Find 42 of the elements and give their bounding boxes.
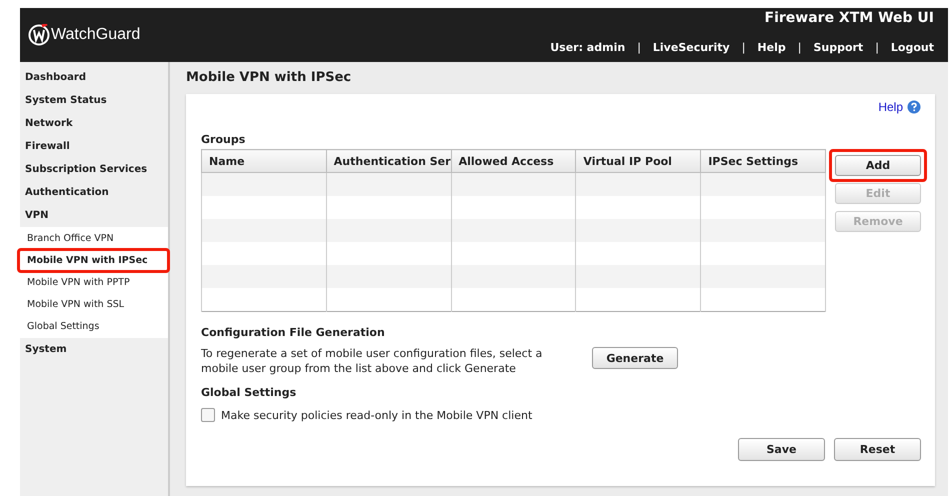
help-link[interactable]: Help bbox=[878, 100, 903, 114]
column-header: Allowed Access bbox=[451, 150, 576, 172]
nav-subitem[interactable]: Mobile VPN with PPTP bbox=[20, 273, 167, 292]
checkbox[interactable] bbox=[201, 408, 215, 422]
user-label: User: admin bbox=[550, 41, 626, 54]
nav-item[interactable]: Firewall bbox=[20, 135, 168, 158]
section-title: Configuration File Generation bbox=[201, 326, 386, 341]
header-link[interactable]: Help bbox=[757, 41, 786, 54]
header-link[interactable]: Support bbox=[813, 41, 864, 54]
checkbox-label: Make security policies read-only in the Mobile VPN client bbox=[221, 408, 532, 422]
nav-subitem[interactable]: Branch Office VPN bbox=[20, 229, 167, 248]
form-button[interactable]: Reset bbox=[834, 438, 921, 461]
nav-item[interactable]: Authentication bbox=[20, 181, 168, 204]
nav-item[interactable]: Dashboard bbox=[20, 66, 168, 89]
nav-item[interactable]: System Status bbox=[20, 89, 168, 112]
nav-item[interactable]: Subscription Services bbox=[20, 158, 168, 181]
header-link[interactable]: Logout bbox=[890, 41, 934, 54]
page-title: Mobile VPN with IPSec bbox=[186, 69, 352, 87]
column-header: Virtual IP Pool bbox=[576, 150, 701, 172]
separator-text: | bbox=[875, 41, 879, 54]
column-header: Name bbox=[202, 150, 326, 172]
section-title: Groups bbox=[201, 133, 246, 148]
header-link[interactable]: LiveSecurity bbox=[652, 41, 730, 54]
nav-subitem[interactable]: Mobile VPN with SSL bbox=[20, 295, 167, 314]
separator-text: | bbox=[637, 41, 641, 54]
column-header: IPSec Settings bbox=[700, 150, 826, 172]
nav-subitem[interactable]: Global Settings bbox=[20, 317, 167, 336]
nav-subitem[interactable]: Mobile VPN with IPSec bbox=[20, 251, 167, 270]
separator-text: | bbox=[798, 41, 802, 54]
description-text: To regenerate a set of mobile user configuration files, select a mobile user group from the list above and click Generate bbox=[201, 346, 544, 376]
logo-text: WatchGuard bbox=[51, 26, 140, 44]
section-title: Global Settings bbox=[201, 386, 298, 401]
form-button[interactable]: Save bbox=[738, 438, 825, 461]
separator-text: | bbox=[742, 41, 746, 54]
product-title: Fireware XTM Web UI bbox=[764, 10, 934, 26]
nav-item[interactable]: Network bbox=[20, 112, 168, 135]
table-action-button[interactable]: Add bbox=[835, 155, 921, 176]
nav-item[interactable]: System bbox=[20, 338, 168, 361]
nav-item[interactable]: VPN bbox=[20, 204, 168, 227]
logo-icon bbox=[28, 24, 50, 46]
help-icon[interactable] bbox=[907, 100, 921, 114]
generate-button[interactable]: Generate bbox=[592, 347, 678, 369]
